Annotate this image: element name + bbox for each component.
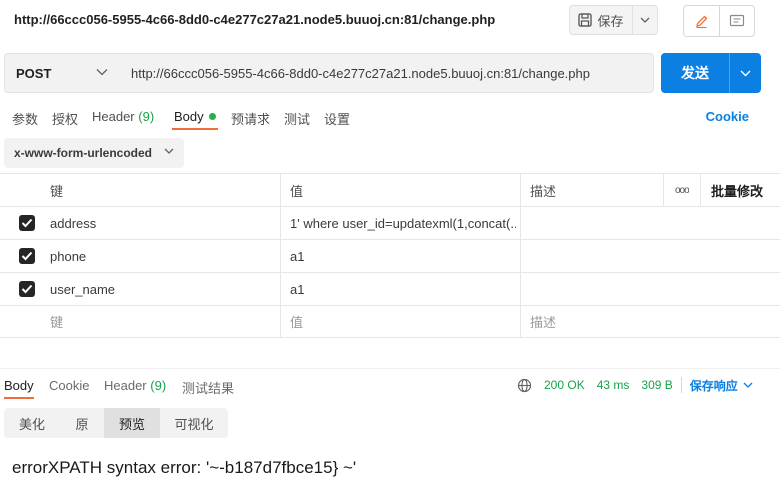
table-row: phone a1	[0, 239, 780, 272]
tab-header-count: (9)	[138, 109, 155, 124]
request-title: http://66ccc056-5955-4c66-8dd0-c4e277c27…	[14, 12, 496, 27]
response-body-text: errorXPATH syntax error: '~-b187d7fbce15…	[12, 458, 357, 477]
column-divider	[663, 174, 664, 206]
save-label: 保存	[597, 13, 624, 29]
chevron-down-icon	[640, 17, 650, 23]
edit-mode-toggle	[683, 5, 755, 37]
view-tab-preview[interactable]: 预览	[104, 408, 160, 438]
tab-body-label: Body	[174, 109, 204, 124]
response-time[interactable]: 43 ms	[597, 378, 630, 392]
cookie-link[interactable]: Cookie	[706, 109, 749, 124]
column-divider	[280, 306, 281, 337]
column-divider	[280, 207, 281, 239]
view-tab-visualize[interactable]: 可视化	[160, 408, 228, 438]
divider	[680, 377, 682, 393]
more-options-button[interactable]: ooo	[675, 174, 689, 206]
resp-tab-header[interactable]: Header (9)	[104, 378, 166, 393]
comment-icon	[729, 14, 744, 27]
active-tab-indicator	[172, 128, 218, 130]
column-divider	[280, 174, 281, 206]
new-description-input[interactable]: 描述	[530, 306, 556, 337]
response-size[interactable]: 309 B	[641, 378, 672, 392]
pencil-icon	[695, 15, 708, 28]
response-view-tabs: 美化 原 预览 可视化	[4, 408, 228, 438]
checkmark-icon	[21, 284, 33, 294]
column-divider	[520, 273, 521, 305]
tab-header-label: Header	[92, 109, 135, 124]
row-checkbox[interactable]	[19, 215, 35, 231]
body-type-select[interactable]: x-www-form-urlencoded	[4, 138, 184, 168]
save-button-group: 保存	[569, 5, 658, 35]
table-header-row: 键 值 描述 ooo 批量修改	[0, 173, 780, 206]
new-key-input[interactable]: 键	[50, 306, 63, 337]
send-button[interactable]: 发送	[661, 53, 730, 93]
param-key-cell[interactable]: phone	[50, 240, 86, 272]
view-tab-pretty[interactable]: 美化	[4, 408, 60, 438]
bulk-edit-button[interactable]: 批量修改	[711, 174, 763, 206]
status-code[interactable]: 200 OK	[544, 378, 585, 392]
table-row-new: 键 值 描述	[0, 305, 780, 338]
param-key-cell[interactable]: user_name	[50, 273, 115, 305]
column-divider	[280, 273, 281, 305]
method-label: POST	[16, 65, 52, 81]
url-input[interactable]: http://66ccc056-5955-4c66-8dd0-c4e277c27…	[120, 53, 654, 93]
column-header-value: 值	[290, 183, 304, 199]
resp-tab-body[interactable]: Body	[4, 378, 34, 393]
body-type-label: x-www-form-urlencoded	[14, 146, 153, 160]
tab-params[interactable]: 参数	[12, 109, 38, 128]
chevron-down-icon	[164, 148, 174, 154]
column-header-description: 描述	[530, 183, 557, 199]
save-button[interactable]: 保存	[570, 6, 633, 34]
save-response-label: 保存响应	[689, 378, 738, 393]
body-indicator-dot	[208, 113, 216, 120]
save-options-button[interactable]	[633, 6, 657, 34]
tab-prerequest[interactable]: 预请求	[231, 109, 270, 128]
column-header-key: 键	[50, 183, 64, 199]
resp-tab-header-label: Header	[104, 378, 147, 393]
chevron-down-icon	[743, 382, 753, 388]
checkmark-icon	[21, 218, 33, 228]
resp-tab-header-count: (9)	[150, 378, 167, 393]
tab-body[interactable]: Body	[174, 109, 216, 124]
send-button-group: 发送	[661, 53, 761, 93]
view-tab-raw[interactable]: 原	[60, 408, 104, 438]
param-value-cell[interactable]: a1	[290, 240, 304, 272]
response-status-bar: 200 OK 43 ms 309 B 保存响应	[517, 376, 753, 394]
chevron-down-icon	[96, 69, 108, 76]
param-key-cell[interactable]: address	[50, 207, 96, 239]
checkmark-icon	[21, 251, 33, 261]
param-value-cell[interactable]: a1	[290, 273, 304, 305]
param-value-cell[interactable]: 1' where user_id=updatexml(1,concat(...	[290, 207, 516, 239]
active-response-tab-indicator	[4, 397, 34, 399]
docs-mode-button[interactable]	[720, 6, 755, 36]
row-checkbox[interactable]	[19, 248, 35, 264]
resp-tab-cookie[interactable]: Cookie	[49, 378, 89, 393]
method-select[interactable]: POST	[4, 53, 121, 93]
column-divider	[280, 240, 281, 272]
edit-mode-button[interactable]	[684, 6, 720, 36]
request-tabs: 参数 授权 Header (9) Body 预请求 测试 设置 Cookie	[0, 106, 780, 130]
column-divider	[520, 207, 521, 239]
request-title-bar: http://66ccc056-5955-4c66-8dd0-c4e277c27…	[0, 0, 780, 40]
new-value-input[interactable]: 值	[290, 306, 303, 337]
column-divider	[520, 306, 521, 337]
tab-header[interactable]: Header (9)	[92, 109, 154, 124]
table-row: user_name a1	[0, 272, 780, 305]
table-row: address 1' where user_id=updatexml(1,con…	[0, 206, 780, 239]
tab-settings[interactable]: 设置	[324, 109, 350, 128]
save-icon	[578, 13, 593, 27]
tab-tests[interactable]: 测试	[284, 109, 310, 128]
resp-tab-test-results[interactable]: 测试结果	[182, 378, 234, 397]
globe-icon[interactable]	[517, 378, 532, 393]
save-response-button[interactable]: 保存响应	[690, 377, 753, 394]
send-options-button[interactable]	[730, 53, 761, 93]
tab-auth[interactable]: 授权	[52, 109, 78, 128]
column-divider	[520, 240, 521, 272]
row-checkbox[interactable]	[19, 281, 35, 297]
chevron-down-icon	[740, 70, 751, 76]
column-divider	[700, 174, 701, 206]
column-divider	[520, 174, 521, 206]
